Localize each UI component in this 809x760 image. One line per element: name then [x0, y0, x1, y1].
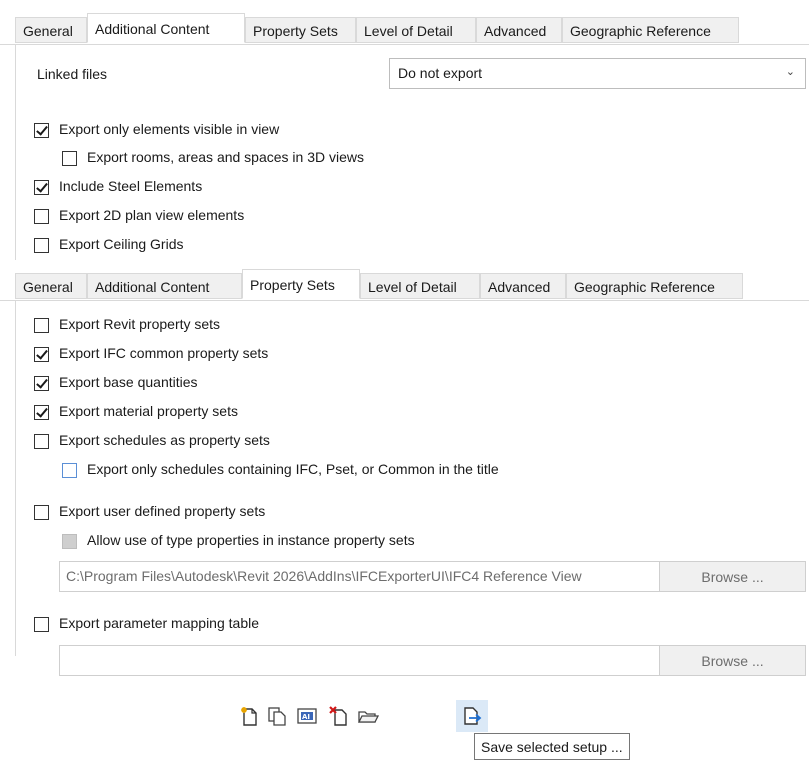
save-setup-icon: [464, 707, 482, 725]
export-only-ifc-schedules-label: Export only schedules containing IFC, Ps…: [87, 461, 499, 477]
mapping-table-path-field[interactable]: [59, 645, 660, 676]
export-2d-plan-checkbox[interactable]: [34, 209, 49, 224]
include-steel-checkbox[interactable]: [34, 180, 49, 195]
linked-files-label: Linked files: [37, 66, 108, 82]
user-defined-path-value: C:\Program Files\Autodesk\Revit 2026\Add…: [66, 568, 582, 584]
tab-property-sets[interactable]: Property Sets: [242, 269, 360, 299]
export-material-psets-label: Export material property sets: [59, 403, 238, 419]
tab-general[interactable]: General: [15, 273, 87, 299]
export-material-psets-checkbox[interactable]: [34, 405, 49, 420]
export-revit-psets-checkbox[interactable]: [34, 318, 49, 333]
delete-setup-icon[interactable]: [328, 705, 350, 727]
tab-level-of-detail[interactable]: Level of Detail: [360, 273, 480, 299]
new-setup-icon[interactable]: [238, 705, 260, 727]
export-only-ifc-schedules-checkbox[interactable]: [62, 463, 77, 478]
panel-border: [15, 300, 16, 656]
export-ifc-common-psets-checkbox[interactable]: [34, 347, 49, 362]
export-schedules-checkbox[interactable]: [34, 434, 49, 449]
export-schedules-label: Export schedules as property sets: [59, 432, 270, 448]
user-defined-path-field[interactable]: C:\Program Files\Autodesk\Revit 2026\Add…: [59, 561, 660, 592]
export-2d-plan-label: Export 2D plan view elements: [59, 207, 245, 223]
export-ceiling-grids-checkbox[interactable]: [34, 238, 49, 253]
export-parameter-mapping-checkbox[interactable]: [34, 617, 49, 632]
tab-strip: General Additional Content Property Sets…: [0, 13, 809, 45]
allow-type-properties-label: Allow use of type properties in instance…: [87, 532, 415, 548]
export-base-quantities-checkbox[interactable]: [34, 376, 49, 391]
tab-advanced[interactable]: Advanced: [476, 17, 562, 43]
tab-advanced[interactable]: Advanced: [480, 273, 566, 299]
tab-level-of-detail[interactable]: Level of Detail: [356, 17, 476, 43]
save-setup-tooltip: Save selected setup ...: [474, 733, 630, 760]
export-ceiling-grids-label: Export Ceiling Grids: [59, 236, 184, 252]
svg-text:AI: AI: [302, 713, 310, 721]
export-rooms-3d-label: Export rooms, areas and spaces in 3D vie…: [87, 149, 365, 165]
load-setup-icon[interactable]: [357, 705, 379, 727]
export-user-defined-psets-label: Export user defined property sets: [59, 503, 266, 519]
browse-mapping-button[interactable]: Browse ...: [659, 645, 806, 676]
allow-type-properties-checkbox[interactable]: [62, 534, 77, 549]
browse-user-defined-button[interactable]: Browse ...: [659, 561, 806, 592]
export-visible-only-label: Export only elements visible in view: [59, 121, 280, 137]
chevron-down-icon: ⌄: [785, 66, 795, 78]
linked-files-select[interactable]: Do not export ⌄: [389, 58, 806, 89]
tab-strip: General Additional Content Property Sets…: [0, 269, 809, 301]
save-setup-button[interactable]: [456, 700, 488, 732]
export-base-quantities-label: Export base quantities: [59, 374, 198, 390]
linked-files-value: Do not export: [398, 65, 483, 81]
tab-general[interactable]: General: [15, 17, 87, 43]
tab-geographic-reference[interactable]: Geographic Reference: [566, 273, 743, 299]
export-ifc-common-psets-label: Export IFC common property sets: [59, 345, 269, 361]
export-revit-psets-label: Export Revit property sets: [59, 316, 221, 332]
export-user-defined-psets-checkbox[interactable]: [34, 505, 49, 520]
export-visible-only-checkbox[interactable]: [34, 123, 49, 138]
include-steel-label: Include Steel Elements: [59, 178, 203, 194]
tab-geographic-reference[interactable]: Geographic Reference: [562, 17, 739, 43]
tab-property-sets[interactable]: Property Sets: [245, 17, 356, 43]
panel-border: [15, 44, 16, 260]
rename-setup-icon[interactable]: AI: [296, 705, 318, 727]
export-parameter-mapping-label: Export parameter mapping table: [59, 615, 259, 631]
tab-additional-content[interactable]: Additional Content: [87, 273, 242, 299]
duplicate-setup-icon[interactable]: [266, 705, 288, 727]
tab-additional-content[interactable]: Additional Content: [87, 13, 245, 43]
export-rooms-3d-checkbox[interactable]: [62, 151, 77, 166]
